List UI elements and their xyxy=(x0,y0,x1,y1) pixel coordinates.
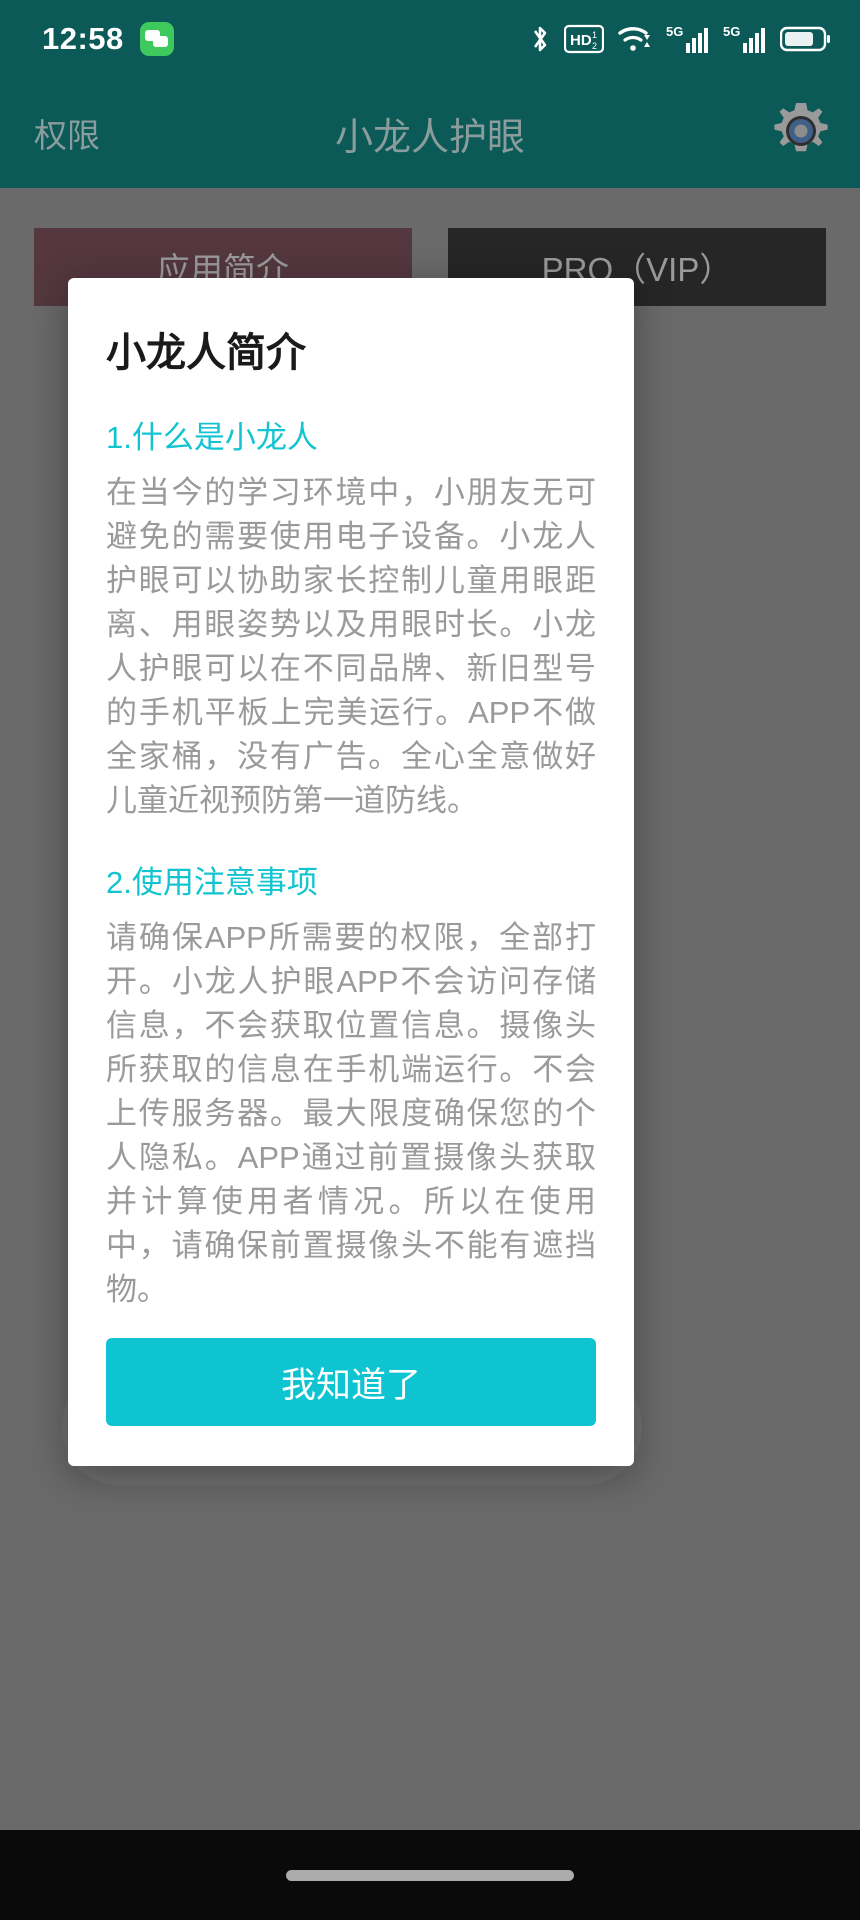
volte-hd-icon: HD 1 2 xyxy=(564,24,604,54)
bluetooth-icon xyxy=(533,26,547,52)
confirm-button[interactable]: 我知道了 xyxy=(106,1338,596,1427)
status-bar-left: 12:58 xyxy=(42,21,174,57)
permissions-button[interactable]: 权限 xyxy=(34,109,100,157)
svg-text:5G: 5G xyxy=(723,24,740,39)
message-icon xyxy=(139,22,174,56)
phone-screen: 12:58 HD 1 2 5G 5G 权限 小龙人护眼 应用简介 PRO（VIP… xyxy=(0,0,860,1920)
battery-icon xyxy=(780,26,830,52)
svg-text:2: 2 xyxy=(592,41,597,51)
signal-5g-sim2-icon: 5G xyxy=(723,24,765,53)
status-bar-clock: 12:58 xyxy=(42,21,124,56)
page-title: 小龙人护眼 xyxy=(334,116,525,159)
signal-5g-sim1-icon: 5G xyxy=(666,24,708,53)
section-2-body: 请确保APP所需要的权限，全部打开。小龙人护眼APP不会访问存储信息，不会获取位… xyxy=(106,920,596,1308)
gear-icon xyxy=(774,102,828,151)
svg-text:5G: 5G xyxy=(666,24,683,39)
svg-text:1: 1 xyxy=(592,30,597,40)
status-bar-right: HD 1 2 5G 5G xyxy=(529,23,832,55)
settings-button[interactable] xyxy=(770,100,832,167)
intro-dialog: 小龙人简介 1.什么是小龙人 在当今的学习环境中，小朋友无可避免的需要使用电子设… xyxy=(68,278,634,1467)
system-navigation-bar xyxy=(0,1830,860,1920)
svg-text:HD: HD xyxy=(570,32,592,49)
wifi-icon xyxy=(618,27,650,51)
section-1-heading: 1.什么是小龙人 xyxy=(106,420,318,455)
app-bar: 权限 小龙人护眼 xyxy=(0,78,860,188)
dialog-title: 小龙人简介 xyxy=(106,331,306,375)
section-1-body: 在当今的学习环境中，小朋友无可避免的需要使用电子设备。小龙人护眼可以协助家长控制… xyxy=(106,475,596,819)
status-bar: 12:58 HD 1 2 5G 5G xyxy=(0,0,860,78)
section-2-heading: 2.使用注意事项 xyxy=(106,865,318,901)
home-indicator[interactable] xyxy=(286,1869,574,1881)
